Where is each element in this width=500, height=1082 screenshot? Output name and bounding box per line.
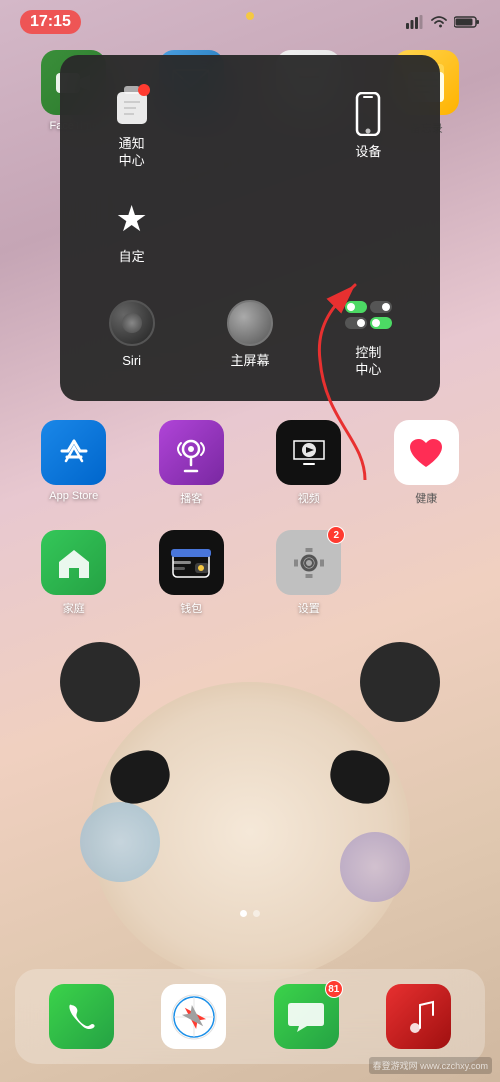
wifi-icon [430, 15, 448, 29]
health-label: 健康 [415, 490, 437, 506]
homescreen-label: 主屏幕 [230, 353, 269, 370]
app-appstore[interactable]: App Store [41, 420, 106, 506]
signal-icon [406, 15, 424, 29]
device-label: 设备 [355, 144, 381, 161]
appstore-icon[interactable] [41, 420, 106, 485]
menu-spacer-2 [193, 183, 306, 274]
settings-badge: 2 [327, 526, 345, 544]
star-icon: ★ [116, 198, 148, 240]
panda-decoration [60, 642, 140, 722]
menu-control-center[interactable]: 控制中心 [312, 279, 425, 387]
menu-customize[interactable]: ★ 自定 [75, 183, 188, 274]
customize-label: 自定 [119, 249, 145, 266]
menu-spacer-3 [312, 183, 425, 274]
page-dots [0, 910, 500, 917]
decoration-circle [340, 832, 410, 902]
app-podcasts[interactable]: 播客 [159, 420, 224, 506]
menu-notification-center[interactable]: 通知中心 [75, 70, 188, 178]
siri-label: Siri [122, 353, 141, 370]
control-center-icon [344, 291, 392, 339]
messages-badge: 81 [325, 980, 343, 998]
app-health[interactable]: 健康 [394, 420, 459, 506]
dock-music[interactable] [386, 984, 451, 1049]
status-right-icons [406, 15, 480, 29]
settings-label: 设置 [298, 600, 320, 616]
context-menu-grid: 通知中心 设备 ★ 自定 [75, 70, 425, 386]
settings-icon[interactable]: 2 [276, 530, 341, 595]
music-icon[interactable] [386, 984, 451, 1049]
status-time: 17:15 [20, 10, 81, 34]
tv-label: 视频 [298, 490, 320, 506]
page-dot-2 [253, 910, 260, 917]
notification-center-label: 通知中心 [119, 136, 145, 170]
wallet-label: 钱包 [180, 600, 202, 616]
phone-icon[interactable] [49, 984, 114, 1049]
tv-icon[interactable] [276, 420, 341, 485]
health-icon[interactable] [394, 420, 459, 485]
page-dot-1 [240, 910, 247, 917]
menu-siri[interactable]: Siri [75, 279, 188, 387]
home-label: 家庭 [63, 600, 85, 616]
homescreen-icon [226, 299, 274, 347]
wallet-icon[interactable] [159, 530, 224, 595]
podcasts-label: 播客 [180, 490, 202, 506]
dock-phone[interactable] [49, 984, 114, 1049]
dock: 81 [15, 969, 485, 1064]
context-menu: 通知中心 设备 ★ 自定 [60, 55, 440, 401]
app-row-2: App Store 播客 视频 [0, 420, 500, 506]
app-wallet[interactable]: 钱包 [159, 530, 224, 616]
customize-icon: ★ [108, 195, 156, 243]
appstore-label: App Store [49, 490, 98, 502]
app-tv[interactable]: 视频 [276, 420, 341, 506]
decoration-circle [80, 802, 160, 882]
menu-device[interactable]: 设备 [312, 70, 425, 178]
empty-slot [394, 530, 459, 616]
app-settings[interactable]: 2 设置 [276, 530, 341, 616]
app-home[interactable]: 家庭 [41, 530, 106, 616]
app-row-3: 家庭 钱包 [0, 530, 500, 616]
home-app-icon[interactable] [41, 530, 106, 595]
control-center-label: 控制中心 [355, 345, 381, 379]
status-bar: 17:15 [0, 0, 500, 44]
watermark: 春登游戏网 www.czchxy.com [369, 1057, 492, 1074]
dock-messages[interactable]: 81 [274, 984, 339, 1049]
menu-homescreen[interactable]: 主屏幕 [193, 279, 306, 387]
panda-decoration [360, 642, 440, 722]
notification-center-icon [108, 82, 156, 130]
messages-icon[interactable]: 81 [274, 984, 339, 1049]
safari-icon[interactable] [161, 984, 226, 1049]
siri-icon [108, 299, 156, 347]
device-icon [344, 90, 392, 138]
menu-spacer-1 [193, 70, 306, 178]
battery-icon [454, 15, 480, 29]
dock-safari[interactable] [161, 984, 226, 1049]
podcasts-icon[interactable] [159, 420, 224, 485]
